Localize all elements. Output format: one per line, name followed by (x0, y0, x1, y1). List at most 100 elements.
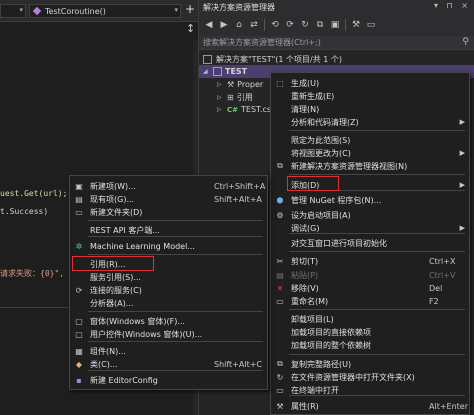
collapsed-arrow-icon[interactable]: ▷ (217, 81, 225, 88)
home-icon[interactable]: ⌂ (233, 19, 245, 31)
menu-item-20[interactable]: ↻ 在文件资源管理器中打开文件夹(X) (271, 371, 469, 383)
preview-icon[interactable]: ▭ (365, 19, 377, 31)
forward-icon[interactable]: ▶ (218, 19, 230, 31)
menu-item-17[interactable]: 加载项目的直接依赖项 (271, 326, 469, 338)
existing-item-icon: ▤ (75, 194, 83, 204)
menu-item-9[interactable]: ⚙ 设为启动项目(A) (271, 209, 469, 221)
copy-icon[interactable]: ⧉ (314, 19, 326, 31)
menu-item-label: 新建 EditorConfig (90, 375, 158, 385)
menu-item-7[interactable]: ⟳ 连接的服务(C) (70, 284, 267, 296)
menu-item-8[interactable]: 分析器(A)... (70, 297, 267, 309)
back-icon[interactable]: ◀ (203, 19, 215, 31)
menu-item-6[interactable]: 服务引用(S)... (70, 271, 267, 283)
menu-item-label: 连接的服务(C) (90, 285, 142, 295)
menu-item-9[interactable]: ▢ 窗体(Windows 窗体)(F)... (70, 315, 267, 327)
cut-icon: ✂ (276, 256, 284, 266)
menu-item-5[interactable]: 将视图更改为(C) ▶ (271, 147, 469, 159)
search-icon: ⚲ (462, 37, 469, 47)
menu-item-label: 移除(V) (291, 283, 319, 293)
switch-view-icon[interactable]: ⇄ (248, 19, 260, 31)
menu-item-shortcut: Ctrl+X (429, 256, 456, 266)
project-context-menu: ⬚ 生成(U) 重新生成(E) 清理(N) 分析和代码清理(Z) ▶ 限定为此范围(S) 将视… (270, 72, 470, 415)
submenu-arrow-icon: ▶ (459, 118, 465, 126)
solution-search-input[interactable]: 搜索解决方案资源管理器(Ctrl+;) ⚲ (199, 36, 474, 50)
menu-item-11[interactable]: ▦ 组件(N)... (70, 345, 267, 357)
menu-item-1[interactable]: ▤ 现有项(G)... Shift+Alt+A (70, 193, 267, 205)
menu-item-12[interactable]: ◆ 类(C)... Shift+Alt+C (70, 358, 267, 370)
menu-item-label: 现有项(G)... (90, 194, 135, 204)
panel-title-controls[interactable]: ▾ ⊓ × (434, 1, 471, 10)
menu-item-label: 剪切(T) (291, 256, 319, 266)
project-icon (213, 67, 222, 76)
menu-item-shortcut: Ctrl+Shift+A (214, 181, 266, 191)
terminal-icon: ▭ (276, 385, 284, 395)
tree-item-label: 引用 (236, 93, 253, 102)
menu-item-4[interactable]: 限定为此范围(S) (271, 134, 469, 146)
menu-item-label: 新建文件夹(D) (90, 207, 143, 217)
menu-separator (88, 311, 263, 312)
divider (0, 307, 70, 308)
collapsed-arrow-icon[interactable]: ▷ (217, 106, 225, 113)
panel-title: 解决方案资源管理器 (203, 2, 275, 12)
submenu-arrow-icon: ▶ (459, 149, 465, 157)
refresh-icon[interactable]: ↻ (299, 19, 311, 31)
menu-separator (289, 233, 465, 234)
collapse-icon[interactable]: ▣ (329, 19, 341, 31)
menu-item-0[interactable]: ⬚ 生成(U) (271, 77, 469, 89)
highlight-box (72, 256, 154, 271)
new-item-icon: ▣ (75, 181, 83, 191)
menu-item-4[interactable]: ✲ Machine Learning Model... (70, 240, 267, 252)
solution-explorer-titlebar: 解决方案资源管理器 ▾ ⊓ × (199, 0, 474, 14)
expand-icon[interactable]: ◢ (203, 68, 211, 75)
menu-item-label: 窗体(Windows 窗体)(F)... (90, 316, 185, 326)
copy-path-icon: ⧉ (277, 359, 283, 368)
form-icon: ▢ (75, 316, 83, 326)
menu-separator (88, 370, 263, 371)
menu-item-1[interactable]: 重新生成(E) (271, 90, 469, 102)
menu-item-label: 在文件资源管理器中打开文件夹(X) (291, 372, 415, 382)
menu-item-shortcut: Ctrl+V (429, 270, 456, 280)
user-control-icon: ▢ (75, 329, 83, 339)
menu-item-2[interactable]: 清理(N) (271, 103, 469, 115)
menu-item-label: 重命名(M) (291, 296, 329, 306)
menu-item-13: ▤ 粘贴(P) Ctrl+V (271, 269, 469, 281)
ml-model-icon: ✲ (75, 241, 83, 251)
menu-item-8[interactable]: ⬢ 管理 NuGet 程序包(N)... (271, 194, 469, 206)
menu-item-18[interactable]: 加载项目的整个依赖树 (271, 339, 469, 351)
menu-separator (289, 395, 465, 396)
menu-item-shortcut: Alt+Enter (429, 401, 469, 411)
menu-item-label: 卸载项目(L) (291, 314, 334, 324)
menu-item-shortcut: Shift+Alt+A (214, 194, 262, 204)
build-icon: ⬚ (276, 78, 284, 88)
menu-item-label: 管理 NuGet 程序包(N)... (291, 195, 382, 205)
menu-item-6[interactable]: ⧉ 新建解决方案资源管理器视图(N) (271, 160, 469, 172)
menu-item-22[interactable]: ⚒ 属性(R) Alt+Enter (271, 400, 469, 412)
collapsed-arrow-icon[interactable]: ▷ (217, 94, 225, 101)
menu-item-3[interactable]: REST API 客户端... (70, 224, 267, 236)
menu-item-3[interactable]: 分析和代码清理(Z) ▶ (271, 116, 469, 128)
history-icon[interactable]: ⟲ (269, 19, 281, 31)
menu-item-12[interactable]: ✂ 剪切(T) Ctrl+X (271, 255, 469, 267)
remove-icon: ✕ (276, 283, 284, 293)
menu-item-label: 限定为此范围(S) (291, 135, 351, 145)
tree-item-label: Proper (237, 80, 264, 89)
menu-item-11[interactable]: 对交互窗口进行项目初始化 (271, 237, 469, 249)
menu-item-label: 类(C)... (90, 359, 118, 369)
menu-item-15[interactable]: ▭ 重命名(M) F2 (271, 295, 469, 307)
menu-item-2[interactable]: ▭ 新建文件夹(D) (70, 206, 267, 218)
menu-item-14[interactable]: ✕ 移除(V) Del (271, 282, 469, 294)
sync-icon[interactable]: ⟳ (284, 19, 296, 31)
menu-item-0[interactable]: ▣ 新建项(W)... Ctrl+Shift+A (70, 180, 267, 192)
menu-item-label: 设为启动项目(A) (291, 210, 351, 220)
menu-item-16[interactable]: 卸载项目(L) (271, 313, 469, 325)
menu-item-13[interactable]: ▪ 新建 EditorConfig (70, 374, 267, 386)
menu-item-label: 复制完整路径(U) (291, 359, 352, 369)
menu-item-label: 在终端中打开 (291, 385, 339, 395)
code-line-1: uest.Get(url); (0, 189, 68, 198)
menu-item-19[interactable]: ⧉ 复制完整路径(U) (271, 358, 469, 370)
tree-item-label: TEST.cs (241, 105, 272, 114)
add-submenu: ▣ 新建项(W)... Ctrl+Shift+A ▤ 现有项(G)... Shift+Al… (69, 175, 268, 390)
wrench-icon[interactable]: ⚒ (350, 19, 362, 31)
menu-item-10[interactable]: ▢ 用户控件(Windows 窗体)(U)... (70, 328, 267, 340)
menu-item-shortcut: F2 (429, 296, 439, 306)
